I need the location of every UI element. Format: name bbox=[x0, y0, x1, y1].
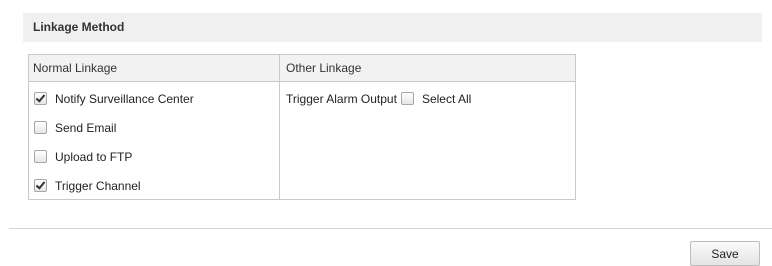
option-label: Upload to FTP bbox=[55, 149, 133, 164]
trigger-channel-checkbox[interactable] bbox=[34, 179, 47, 192]
send-email-checkbox[interactable] bbox=[34, 121, 47, 134]
linkage-table: Normal Linkage Notify Surveillance Cente… bbox=[28, 54, 576, 200]
footer-divider bbox=[9, 228, 772, 229]
trigger-alarm-output-row: Trigger Alarm Output Select All bbox=[280, 82, 575, 113]
normal-linkage-header: Normal Linkage bbox=[29, 55, 279, 82]
notify-surveillance-center-checkbox[interactable] bbox=[34, 92, 47, 105]
option-notify-surveillance-center[interactable]: Notify Surveillance Center bbox=[29, 84, 279, 113]
option-send-email[interactable]: Send Email bbox=[29, 113, 279, 142]
save-button[interactable]: Save bbox=[690, 241, 760, 266]
option-label: Trigger Channel bbox=[55, 178, 141, 193]
normal-linkage-column: Normal Linkage Notify Surveillance Cente… bbox=[29, 55, 280, 199]
section-title: Linkage Method bbox=[23, 13, 762, 42]
option-trigger-channel[interactable]: Trigger Channel bbox=[29, 171, 279, 200]
select-all-checkbox[interactable] bbox=[400, 92, 414, 105]
option-upload-to-ftp[interactable]: Upload to FTP bbox=[29, 142, 279, 171]
option-label: Notify Surveillance Center bbox=[55, 91, 194, 106]
other-linkage-header: Other Linkage bbox=[280, 55, 575, 82]
option-label: Send Email bbox=[55, 120, 117, 135]
upload-to-ftp-checkbox[interactable] bbox=[34, 150, 47, 163]
select-all-label: Select All bbox=[421, 91, 472, 106]
other-linkage-column: Other Linkage Trigger Alarm Output Selec… bbox=[280, 55, 575, 199]
trigger-alarm-output-label: Trigger Alarm Output bbox=[286, 91, 397, 106]
